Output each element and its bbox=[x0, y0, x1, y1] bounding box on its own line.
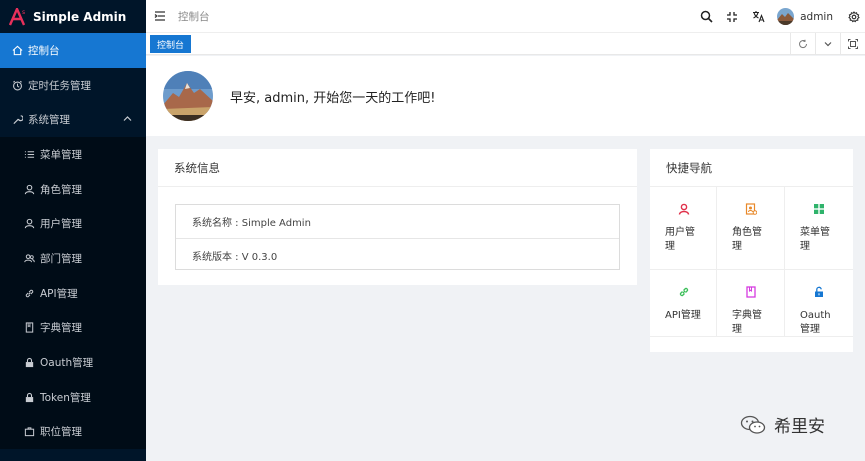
card-title: 系统信息 bbox=[158, 149, 637, 187]
breadcrumb[interactable]: 控制台 bbox=[178, 9, 210, 24]
menu-fold-icon[interactable] bbox=[154, 10, 166, 22]
sidebar-item-menu[interactable]: 菜单管理 bbox=[0, 137, 146, 172]
wechat-icon bbox=[740, 415, 766, 434]
lock-icon bbox=[23, 357, 35, 369]
quick-nav-oauth[interactable]: Oauth管理 bbox=[785, 270, 853, 337]
user-icon bbox=[23, 218, 35, 230]
sidebar-item-label: API管理 bbox=[40, 287, 78, 300]
link-icon bbox=[23, 287, 35, 299]
card-title: 快捷导航 bbox=[650, 149, 853, 187]
sidebar-item-label: 菜单管理 bbox=[40, 148, 82, 161]
fullscreen-icon[interactable] bbox=[725, 10, 739, 24]
sidebar-item-cron[interactable]: 定时任务管理 bbox=[0, 68, 146, 103]
avatar bbox=[163, 71, 213, 121]
tabs-bar: 控制台 bbox=[146, 33, 865, 55]
welcome-panel: 早安, admin, 开始您一天的工作吧! bbox=[146, 56, 865, 136]
quick-nav-label: 角色管理 bbox=[732, 227, 762, 252]
tab-tools bbox=[790, 33, 865, 55]
grid-icon bbox=[814, 204, 824, 214]
quick-nav-label: Oauth管理 bbox=[800, 310, 831, 335]
user-icon bbox=[678, 203, 690, 215]
username[interactable]: admin bbox=[800, 11, 833, 23]
gear-icon[interactable] bbox=[847, 10, 861, 24]
avatar[interactable] bbox=[777, 8, 795, 25]
svg-text:s: s bbox=[22, 9, 25, 16]
sidebar-item-label: 控制台 bbox=[28, 44, 60, 57]
sidebar-item-api[interactable]: API管理 bbox=[0, 275, 146, 311]
sidebar-item-oauth[interactable]: Oauth管理 bbox=[0, 345, 146, 380]
lock-icon bbox=[23, 391, 35, 403]
book-icon bbox=[746, 286, 756, 298]
brand-title: Simple Admin bbox=[33, 9, 127, 24]
unlock-icon bbox=[815, 286, 823, 297]
sidebar-item-token[interactable]: Token管理 bbox=[0, 379, 146, 415]
translate-icon[interactable] bbox=[751, 10, 765, 24]
users-icon bbox=[23, 252, 35, 264]
refresh-icon[interactable] bbox=[790, 33, 815, 55]
system-name-row: 系统名称 : Simple Admin bbox=[192, 218, 311, 229]
quick-nav-grid: 用户管理 角色管理 菜单管理 API管理 字典管理 Oauth管理 bbox=[650, 187, 853, 337]
sidebar-item-role[interactable]: 角色管理 bbox=[0, 171, 146, 207]
tab-dashboard[interactable]: 控制台 bbox=[150, 35, 192, 53]
sidebar-item-label: Token管理 bbox=[40, 391, 91, 404]
info-table: 系统名称 : Simple Admin 系统版本 : V 0.3.0 bbox=[175, 204, 620, 270]
quick-nav-dictionary[interactable]: 字典管理 bbox=[717, 270, 785, 337]
id-card-icon bbox=[745, 203, 758, 215]
quick-nav-label: 字典管理 bbox=[732, 310, 762, 335]
maximize-icon[interactable] bbox=[840, 33, 865, 55]
quick-nav-role[interactable]: 角色管理 bbox=[717, 187, 785, 270]
sidebar-item-label: 用户管理 bbox=[40, 218, 82, 231]
sidebar-item-label: 系统管理 bbox=[28, 114, 70, 127]
logo-icon: s bbox=[9, 7, 25, 25]
search-icon[interactable] bbox=[699, 10, 713, 24]
sidebar-item-department[interactable]: 部门管理 bbox=[0, 241, 146, 276]
system-version-row: 系统版本 : V 0.3.0 bbox=[176, 238, 619, 271]
quick-nav-api[interactable]: API管理 bbox=[650, 270, 717, 337]
sidebar-item-dashboard[interactable]: 控制台 bbox=[0, 33, 146, 68]
sidebar: s Simple Admin 控制台 定时任务管理 系统管理 菜单管理 角色管理 bbox=[0, 0, 146, 461]
sidebar-item-label: 定时任务管理 bbox=[28, 79, 91, 92]
list-icon bbox=[23, 148, 35, 160]
user-icon bbox=[23, 183, 35, 195]
watermark: 希里安 bbox=[740, 412, 825, 437]
home-icon bbox=[11, 44, 23, 56]
chevron-up-icon bbox=[123, 116, 132, 122]
quick-nav-label: 菜单管理 bbox=[800, 227, 830, 252]
chevron-down-icon[interactable] bbox=[815, 33, 840, 55]
sidebar-item-label: 部门管理 bbox=[40, 252, 82, 265]
sidebar-item-dictionary[interactable]: 字典管理 bbox=[0, 310, 146, 346]
briefcase-icon bbox=[23, 426, 35, 438]
system-info-card: 系统信息 系统名称 : Simple Admin 系统版本 : V 0.3.0 bbox=[158, 149, 637, 285]
quick-nav-menu[interactable]: 菜单管理 bbox=[785, 187, 853, 270]
sidebar-item-user[interactable]: 用户管理 bbox=[0, 206, 146, 242]
watermark-text: 希里安 bbox=[774, 417, 825, 437]
sidebar-item-label: 角色管理 bbox=[40, 183, 82, 196]
clock-icon bbox=[11, 79, 23, 91]
quick-nav-card: 快捷导航 用户管理 角色管理 菜单管理 API管理 字典管理 Oauth管理 bbox=[650, 149, 853, 352]
greeting-text: 早安, admin, 开始您一天的工作吧! bbox=[230, 90, 436, 106]
header-actions: admin bbox=[693, 0, 865, 33]
top-header: 控制台 admin bbox=[146, 0, 865, 33]
sidebar-item-label: Oauth管理 bbox=[40, 357, 94, 370]
sidebar-item-label: 字典管理 bbox=[40, 322, 82, 335]
link-icon bbox=[679, 287, 689, 297]
quick-nav-user[interactable]: 用户管理 bbox=[650, 187, 717, 270]
book-icon bbox=[23, 322, 35, 334]
sidebar-item-label: 职位管理 bbox=[40, 426, 82, 439]
brand[interactable]: s Simple Admin bbox=[0, 0, 146, 33]
sidebar-item-system[interactable]: 系统管理 bbox=[0, 102, 146, 137]
tool-icon bbox=[11, 114, 23, 126]
sidebar-item-position[interactable]: 职位管理 bbox=[0, 414, 146, 450]
quick-nav-label: 用户管理 bbox=[665, 227, 695, 252]
quick-nav-label: API管理 bbox=[665, 310, 701, 321]
